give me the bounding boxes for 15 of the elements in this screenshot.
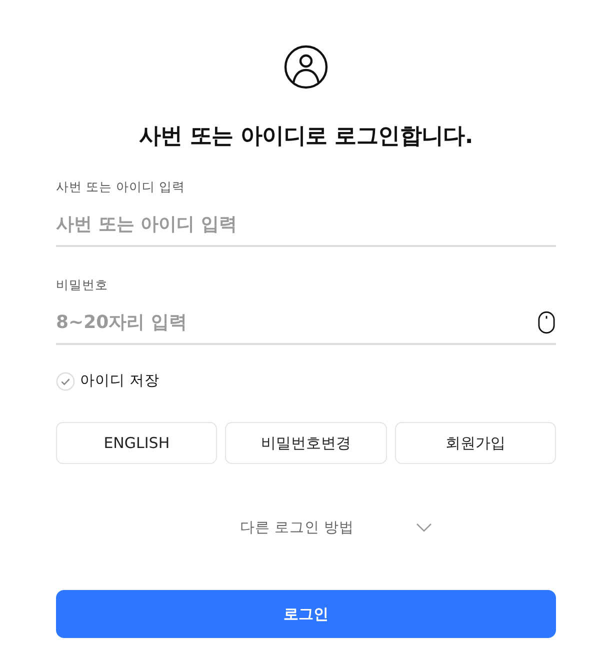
field-label: 비밀번호 <box>56 276 108 294</box>
id-field[interactable]: 사번 또는 아이디 입력 <box>56 203 556 247</box>
checkbox[interactable] <box>56 372 75 390</box>
other-login-toggle[interactable]: 다른 로그인 방법 <box>240 516 432 538</box>
chevron-icon <box>416 522 432 532</box>
link-button[interactable]: 비밀번호변경 <box>225 422 387 464</box>
remember-id-label[interactable]: 아이디 저장 <box>80 371 160 391</box>
mouse-icon[interactable] <box>538 311 555 334</box>
link-button[interactable]: 회원가입 <box>394 422 556 464</box>
login-button[interactable]: 로그인 <box>56 590 556 638</box>
user-profile-icon <box>284 45 328 89</box>
field-label: 사번 또는 아이디 입력 <box>56 178 185 196</box>
password-field[interactable]: 8~20자리 입력 <box>56 301 556 345</box>
page-title: 사번 또는 아이디로 로그인합니다. <box>138 123 474 151</box>
link-button[interactable]: ENGLISH <box>56 422 218 464</box>
